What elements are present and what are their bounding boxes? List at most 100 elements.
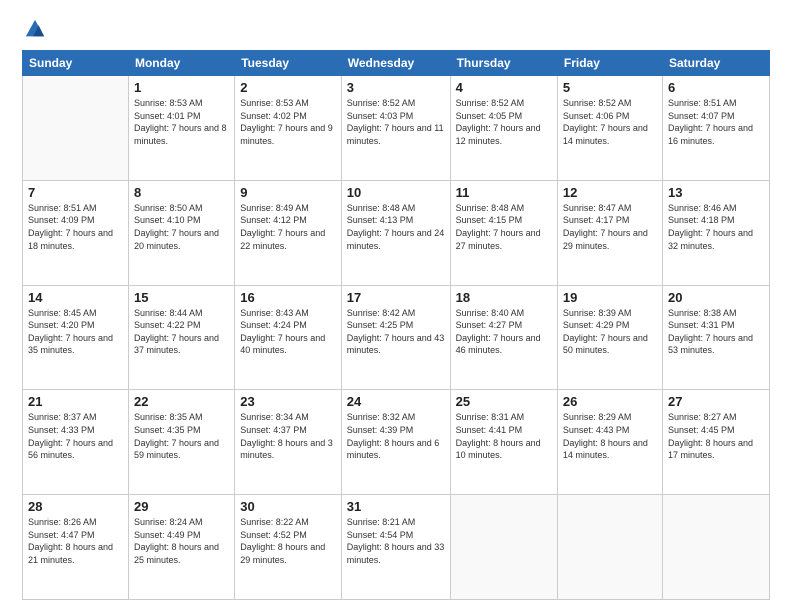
- logo-icon: [24, 18, 46, 40]
- week-row-2: 7 Sunrise: 8:51 AMSunset: 4:09 PMDayligh…: [23, 180, 770, 285]
- day-cell: 12 Sunrise: 8:47 AMSunset: 4:17 PMDaylig…: [557, 180, 662, 285]
- day-detail: Sunrise: 8:39 AMSunset: 4:29 PMDaylight:…: [563, 307, 657, 357]
- day-cell: 27 Sunrise: 8:27 AMSunset: 4:45 PMDaylig…: [662, 390, 769, 495]
- day-cell: 29 Sunrise: 8:24 AMSunset: 4:49 PMDaylig…: [128, 495, 234, 600]
- day-cell: 1 Sunrise: 8:53 AMSunset: 4:01 PMDayligh…: [128, 76, 234, 181]
- day-number: 19: [563, 290, 657, 305]
- days-header-row: SundayMondayTuesdayWednesdayThursdayFrid…: [23, 51, 770, 76]
- day-number: 11: [456, 185, 552, 200]
- day-number: 14: [28, 290, 123, 305]
- day-number: 17: [347, 290, 445, 305]
- day-number: 16: [240, 290, 336, 305]
- day-detail: Sunrise: 8:52 AMSunset: 4:06 PMDaylight:…: [563, 97, 657, 147]
- week-row-5: 28 Sunrise: 8:26 AMSunset: 4:47 PMDaylig…: [23, 495, 770, 600]
- day-detail: Sunrise: 8:31 AMSunset: 4:41 PMDaylight:…: [456, 411, 552, 461]
- day-number: 28: [28, 499, 123, 514]
- day-cell: 15 Sunrise: 8:44 AMSunset: 4:22 PMDaylig…: [128, 285, 234, 390]
- header-wednesday: Wednesday: [341, 51, 450, 76]
- day-detail: Sunrise: 8:37 AMSunset: 4:33 PMDaylight:…: [28, 411, 123, 461]
- day-number: 9: [240, 185, 336, 200]
- day-cell: 6 Sunrise: 8:51 AMSunset: 4:07 PMDayligh…: [662, 76, 769, 181]
- day-detail: Sunrise: 8:22 AMSunset: 4:52 PMDaylight:…: [240, 516, 336, 566]
- day-number: 25: [456, 394, 552, 409]
- day-number: 2: [240, 80, 336, 95]
- day-cell: 30 Sunrise: 8:22 AMSunset: 4:52 PMDaylig…: [235, 495, 342, 600]
- day-cell: 11 Sunrise: 8:48 AMSunset: 4:15 PMDaylig…: [450, 180, 557, 285]
- day-detail: Sunrise: 8:46 AMSunset: 4:18 PMDaylight:…: [668, 202, 764, 252]
- week-row-4: 21 Sunrise: 8:37 AMSunset: 4:33 PMDaylig…: [23, 390, 770, 495]
- day-cell: 14 Sunrise: 8:45 AMSunset: 4:20 PMDaylig…: [23, 285, 129, 390]
- day-number: 24: [347, 394, 445, 409]
- day-detail: Sunrise: 8:48 AMSunset: 4:15 PMDaylight:…: [456, 202, 552, 252]
- day-detail: Sunrise: 8:32 AMSunset: 4:39 PMDaylight:…: [347, 411, 445, 461]
- day-detail: Sunrise: 8:48 AMSunset: 4:13 PMDaylight:…: [347, 202, 445, 252]
- day-detail: Sunrise: 8:47 AMSunset: 4:17 PMDaylight:…: [563, 202, 657, 252]
- day-cell: [662, 495, 769, 600]
- day-detail: Sunrise: 8:43 AMSunset: 4:24 PMDaylight:…: [240, 307, 336, 357]
- day-cell: 20 Sunrise: 8:38 AMSunset: 4:31 PMDaylig…: [662, 285, 769, 390]
- week-row-3: 14 Sunrise: 8:45 AMSunset: 4:20 PMDaylig…: [23, 285, 770, 390]
- day-detail: Sunrise: 8:42 AMSunset: 4:25 PMDaylight:…: [347, 307, 445, 357]
- day-cell: 25 Sunrise: 8:31 AMSunset: 4:41 PMDaylig…: [450, 390, 557, 495]
- day-detail: Sunrise: 8:51 AMSunset: 4:09 PMDaylight:…: [28, 202, 123, 252]
- day-detail: Sunrise: 8:24 AMSunset: 4:49 PMDaylight:…: [134, 516, 229, 566]
- day-number: 30: [240, 499, 336, 514]
- day-detail: Sunrise: 8:44 AMSunset: 4:22 PMDaylight:…: [134, 307, 229, 357]
- day-number: 10: [347, 185, 445, 200]
- day-number: 22: [134, 394, 229, 409]
- day-cell: 21 Sunrise: 8:37 AMSunset: 4:33 PMDaylig…: [23, 390, 129, 495]
- day-number: 6: [668, 80, 764, 95]
- day-cell: 19 Sunrise: 8:39 AMSunset: 4:29 PMDaylig…: [557, 285, 662, 390]
- page: SundayMondayTuesdayWednesdayThursdayFrid…: [0, 0, 792, 612]
- day-cell: 4 Sunrise: 8:52 AMSunset: 4:05 PMDayligh…: [450, 76, 557, 181]
- day-detail: Sunrise: 8:49 AMSunset: 4:12 PMDaylight:…: [240, 202, 336, 252]
- day-detail: Sunrise: 8:29 AMSunset: 4:43 PMDaylight:…: [563, 411, 657, 461]
- header-saturday: Saturday: [662, 51, 769, 76]
- header-monday: Monday: [128, 51, 234, 76]
- day-number: 18: [456, 290, 552, 305]
- day-detail: Sunrise: 8:40 AMSunset: 4:27 PMDaylight:…: [456, 307, 552, 357]
- week-row-1: 1 Sunrise: 8:53 AMSunset: 4:01 PMDayligh…: [23, 76, 770, 181]
- day-cell: 31 Sunrise: 8:21 AMSunset: 4:54 PMDaylig…: [341, 495, 450, 600]
- day-detail: Sunrise: 8:26 AMSunset: 4:47 PMDaylight:…: [28, 516, 123, 566]
- day-cell: 23 Sunrise: 8:34 AMSunset: 4:37 PMDaylig…: [235, 390, 342, 495]
- day-number: 21: [28, 394, 123, 409]
- day-cell: 10 Sunrise: 8:48 AMSunset: 4:13 PMDaylig…: [341, 180, 450, 285]
- day-cell: [23, 76, 129, 181]
- day-cell: 7 Sunrise: 8:51 AMSunset: 4:09 PMDayligh…: [23, 180, 129, 285]
- day-detail: Sunrise: 8:51 AMSunset: 4:07 PMDaylight:…: [668, 97, 764, 147]
- day-detail: Sunrise: 8:27 AMSunset: 4:45 PMDaylight:…: [668, 411, 764, 461]
- day-detail: Sunrise: 8:52 AMSunset: 4:03 PMDaylight:…: [347, 97, 445, 147]
- day-number: 31: [347, 499, 445, 514]
- day-cell: 24 Sunrise: 8:32 AMSunset: 4:39 PMDaylig…: [341, 390, 450, 495]
- day-cell: 26 Sunrise: 8:29 AMSunset: 4:43 PMDaylig…: [557, 390, 662, 495]
- day-number: 1: [134, 80, 229, 95]
- day-detail: Sunrise: 8:50 AMSunset: 4:10 PMDaylight:…: [134, 202, 229, 252]
- day-number: 8: [134, 185, 229, 200]
- day-detail: Sunrise: 8:21 AMSunset: 4:54 PMDaylight:…: [347, 516, 445, 566]
- logo: [22, 18, 46, 40]
- day-detail: Sunrise: 8:35 AMSunset: 4:35 PMDaylight:…: [134, 411, 229, 461]
- day-number: 29: [134, 499, 229, 514]
- day-cell: 13 Sunrise: 8:46 AMSunset: 4:18 PMDaylig…: [662, 180, 769, 285]
- day-number: 15: [134, 290, 229, 305]
- day-number: 4: [456, 80, 552, 95]
- day-detail: Sunrise: 8:52 AMSunset: 4:05 PMDaylight:…: [456, 97, 552, 147]
- day-cell: 3 Sunrise: 8:52 AMSunset: 4:03 PMDayligh…: [341, 76, 450, 181]
- day-number: 3: [347, 80, 445, 95]
- calendar-table: SundayMondayTuesdayWednesdayThursdayFrid…: [22, 50, 770, 600]
- day-detail: Sunrise: 8:38 AMSunset: 4:31 PMDaylight:…: [668, 307, 764, 357]
- day-detail: Sunrise: 8:45 AMSunset: 4:20 PMDaylight:…: [28, 307, 123, 357]
- day-number: 13: [668, 185, 764, 200]
- day-cell: 8 Sunrise: 8:50 AMSunset: 4:10 PMDayligh…: [128, 180, 234, 285]
- day-detail: Sunrise: 8:53 AMSunset: 4:01 PMDaylight:…: [134, 97, 229, 147]
- day-number: 5: [563, 80, 657, 95]
- day-detail: Sunrise: 8:34 AMSunset: 4:37 PMDaylight:…: [240, 411, 336, 461]
- day-cell: 16 Sunrise: 8:43 AMSunset: 4:24 PMDaylig…: [235, 285, 342, 390]
- day-cell: 9 Sunrise: 8:49 AMSunset: 4:12 PMDayligh…: [235, 180, 342, 285]
- header: [22, 18, 770, 40]
- day-number: 26: [563, 394, 657, 409]
- day-number: 27: [668, 394, 764, 409]
- day-cell: [557, 495, 662, 600]
- day-number: 12: [563, 185, 657, 200]
